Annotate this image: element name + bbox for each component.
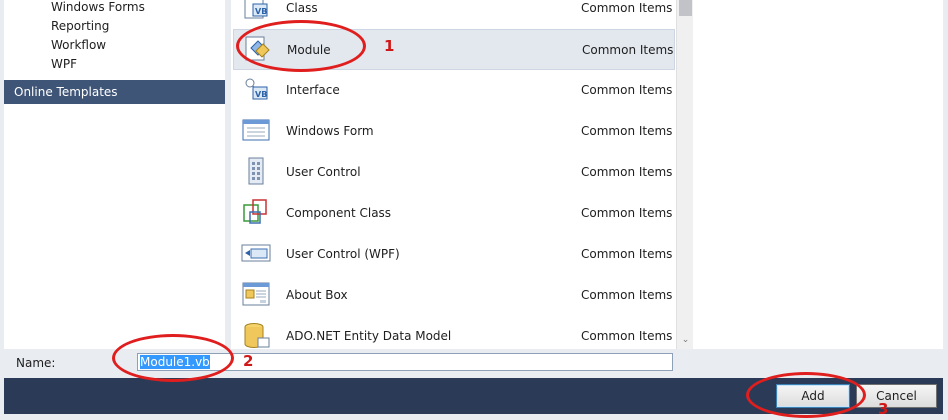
name-input[interactable]: Module1.vb — [137, 353, 673, 371]
template-list-viewport: VB Class Common Items Module Common Item… — [231, 0, 676, 349]
name-input-value: Module1.vb — [140, 355, 210, 369]
user-control-icon — [248, 157, 264, 185]
category-reporting[interactable]: Reporting — [51, 17, 109, 35]
category-windows-forms[interactable]: Windows Forms — [51, 0, 145, 16]
category-online-templates[interactable]: Online Templates — [4, 80, 225, 104]
svg-text:VB: VB — [255, 7, 267, 16]
user-control-wpf-icon — [241, 244, 271, 262]
template-category: Common Items — [581, 1, 673, 15]
template-list-scrollbar[interactable]: ⌄ — [676, 0, 693, 349]
template-row-interface[interactable]: VB Interface Common Items — [233, 70, 675, 111]
template-row-user-control[interactable]: User Control Common Items — [233, 152, 675, 193]
template-row-module[interactable]: Module Common Items — [233, 29, 675, 70]
template-name: ADO.NET Entity Data Model — [286, 329, 452, 343]
name-row: Name: Module1.vb — [4, 349, 943, 378]
template-name: Module — [287, 43, 331, 57]
template-row-component-class[interactable]: Component Class Common Items — [233, 193, 675, 234]
template-name: User Control (WPF) — [286, 247, 400, 261]
template-list: VB Class Common Items Module Common Item… — [231, 0, 693, 349]
template-name: Class — [286, 1, 318, 15]
template-category: Common Items — [581, 329, 673, 343]
template-name: Component Class — [286, 206, 392, 220]
category-wpf[interactable]: WPF — [51, 55, 77, 73]
template-category: Common Items — [581, 288, 673, 302]
template-category: Common Items — [581, 206, 673, 220]
scrollbar-thumb[interactable] — [679, 0, 692, 16]
template-row-windows-form[interactable]: Windows Form Common Items — [233, 111, 675, 152]
class-vb-icon: VB — [244, 0, 268, 19]
component-class-icon — [243, 199, 267, 224]
entity-data-model-icon — [244, 323, 270, 348]
windows-form-icon — [242, 119, 270, 141]
name-label: Name: — [16, 356, 56, 370]
template-row-user-control-wpf[interactable]: User Control (WPF) Common Items — [233, 234, 675, 275]
template-row-entity-data-model[interactable]: ADO.NET Entity Data Model Common Items — [233, 316, 675, 349]
dialog-button-bar: Add Cancel — [4, 378, 943, 414]
template-category: Common Items — [582, 43, 674, 57]
template-row-about-box[interactable]: About Box Common Items — [233, 275, 675, 316]
scroll-down-arrow-icon[interactable]: ⌄ — [677, 333, 694, 347]
cancel-button[interactable]: Cancel — [856, 384, 937, 408]
template-name: Windows Form — [286, 124, 374, 138]
add-new-item-dialog: Windows Forms Reporting Workflow WPF Onl… — [0, 0, 948, 420]
interface-vb-icon: VB — [245, 78, 268, 100]
module-icon — [245, 36, 270, 61]
template-name: User Control — [286, 165, 361, 179]
template-row-class[interactable]: VB Class Common Items — [233, 0, 675, 29]
about-box-icon — [242, 282, 270, 306]
template-description-pane — [693, 0, 943, 349]
template-name: Interface — [286, 83, 340, 97]
template-category: Common Items — [581, 165, 673, 179]
template-category: Common Items — [581, 83, 673, 97]
template-name: About Box — [286, 288, 348, 302]
template-category: Common Items — [581, 124, 673, 138]
category-tree: Windows Forms Reporting Workflow WPF Onl… — [4, 0, 225, 349]
add-button[interactable]: Add — [776, 384, 850, 408]
svg-text:VB: VB — [255, 90, 267, 99]
category-workflow[interactable]: Workflow — [51, 36, 106, 54]
template-category: Common Items — [581, 247, 673, 261]
